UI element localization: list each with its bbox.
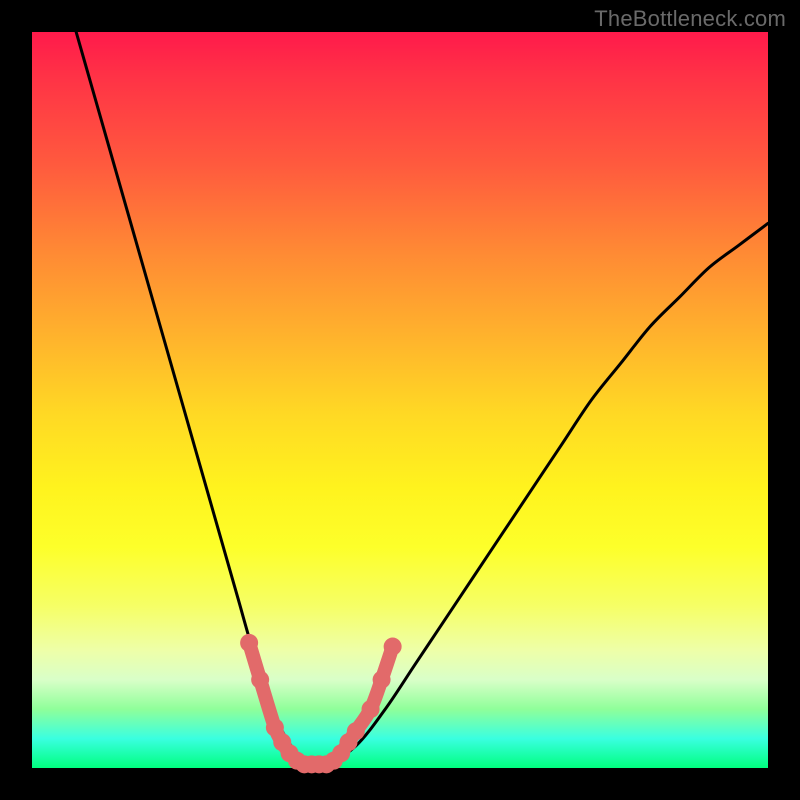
marker-dot (347, 722, 365, 740)
marker-dot (373, 671, 391, 689)
chart-frame: TheBottleneck.com (0, 0, 800, 800)
watermark-text: TheBottleneck.com (594, 6, 786, 32)
marker-dot (384, 638, 402, 656)
marker-dot (362, 700, 380, 718)
marker-dot (251, 671, 269, 689)
bottleneck-chart-svg (32, 32, 768, 768)
marker-dot (240, 634, 258, 652)
bottleneck-curve-path (76, 32, 768, 766)
chart-layer (76, 32, 768, 773)
plot-area (32, 32, 768, 768)
